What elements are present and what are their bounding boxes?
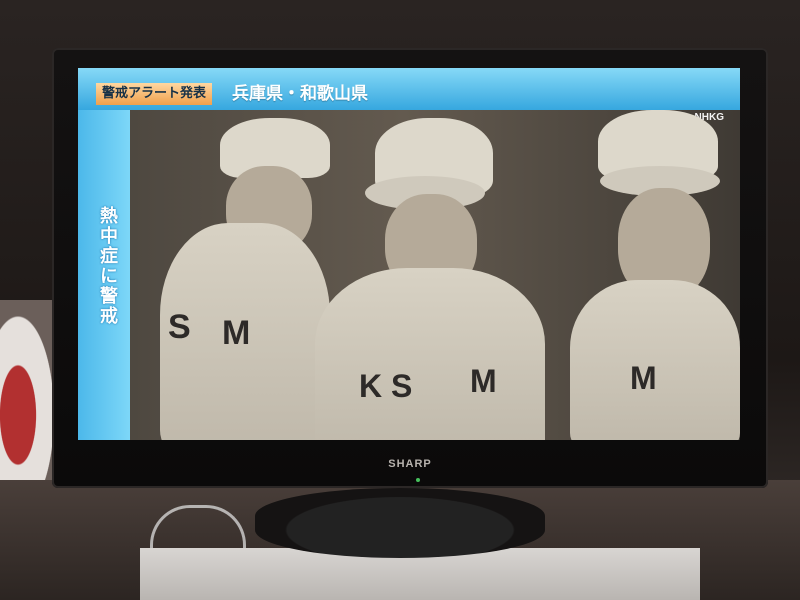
region-text: 兵庫県・和歌山県 [232, 84, 368, 104]
side-caption: 熱中症に警戒 [97, 206, 118, 326]
player-left: S M [140, 118, 340, 440]
sepia-photo: NHKG S M K S M M [130, 110, 740, 440]
player-right: M [570, 110, 740, 440]
alert-banner: 警戒アラート発表 兵庫県・和歌山県 [78, 68, 740, 110]
side-caption-bar: 熱中症に警戒 [78, 110, 130, 440]
tv-screen: 警戒アラート発表 兵庫県・和歌山県 熱中症に警戒 NHKG S M K S M [78, 68, 740, 440]
player-center: K S M [315, 118, 545, 440]
power-led [416, 478, 420, 482]
alert-label: 警戒アラート発表 [96, 83, 213, 105]
tv-stand [255, 488, 545, 558]
tv-brand-logo: SHARP [388, 458, 432, 470]
